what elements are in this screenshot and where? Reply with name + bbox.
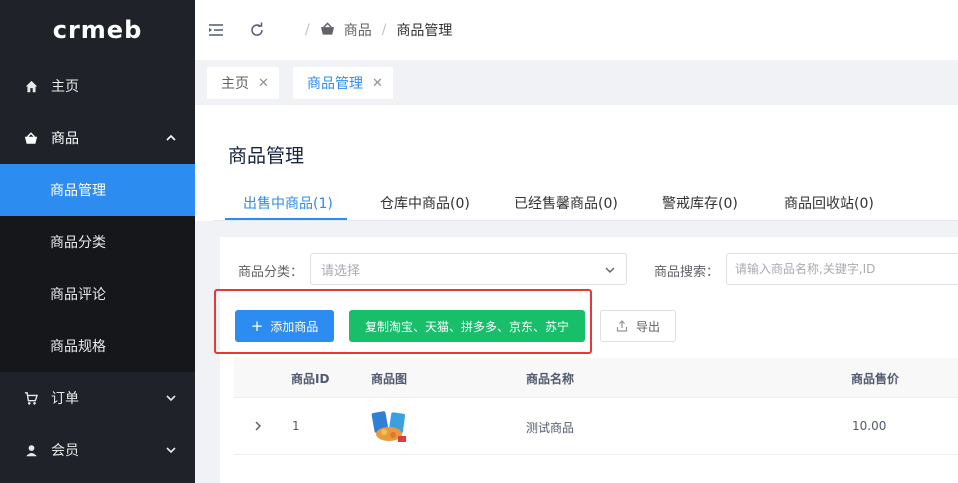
close-icon[interactable]: ✕ — [372, 76, 383, 91]
product-thumbnail[interactable] — [371, 410, 407, 444]
breadcrumb-separator: / — [381, 22, 387, 38]
add-product-label: 添加商品 — [270, 319, 319, 334]
sidebar-item-order[interactable]: 订单 — [0, 372, 195, 424]
top-header: / 商品 / 商品管理 — [195, 0, 958, 60]
column-header-price: 商品售价 — [851, 372, 900, 386]
tag-label: 主页 — [221, 76, 249, 92]
tag-label: 商品管理 — [307, 76, 363, 92]
home-icon — [24, 79, 38, 93]
sidebar: crmeb 主页 商品 商品管理 商品分类 商品评论 商品规格 订单 会员 — [0, 0, 195, 483]
breadcrumb-item[interactable]: 商品 — [344, 20, 372, 40]
sidebar-item-label: 订单 — [51, 391, 79, 407]
tags-bar: 主页 ✕ 商品管理 ✕ — [195, 60, 958, 105]
copy-product-button[interactable]: 复制淘宝、天猫、拼多多、京东、苏宁 — [349, 310, 585, 342]
tab-stock-alert[interactable]: 警戒库存(0) — [662, 193, 738, 213]
table-row: 1 测试商品 10.00 — [234, 398, 958, 455]
sidebar-item-label: 商品 — [51, 131, 79, 147]
table-header: 商品ID 商品图 商品名称 商品售价 — [234, 358, 958, 398]
chevron-down-icon — [165, 392, 177, 404]
export-icon — [616, 320, 628, 332]
plus-icon: + — [250, 317, 264, 335]
chevron-up-icon — [165, 132, 177, 144]
sidebar-item-home[interactable]: 主页 — [0, 60, 195, 112]
sidebar-item-product-category[interactable]: 商品分类 — [0, 216, 195, 268]
export-button[interactable]: 导出 — [600, 310, 676, 342]
tab-on-sale[interactable]: 出售中商品(1) — [243, 193, 333, 213]
search-input[interactable] — [726, 253, 958, 285]
column-header-image: 商品图 — [371, 372, 408, 386]
chevron-down-icon — [604, 264, 616, 276]
close-icon[interactable]: ✕ — [258, 76, 269, 91]
search-label: 商品搜索： — [654, 265, 720, 280]
sidebar-item-label: 会员 — [51, 443, 79, 459]
tag-product-manage[interactable]: 商品管理 ✕ — [293, 67, 393, 99]
product-id: 1 — [292, 419, 300, 433]
status-tabs: 出售中商品(1) 仓库中商品(0) 已经售馨商品(0) 警戒库存(0) 商品回收… — [213, 189, 958, 221]
product-list-card: 商品分类： 请选择 商品搜索： + 添加商品 复制淘宝、天猫、拼多多、京东、苏宁… — [214, 237, 958, 483]
menu-fold-icon[interactable] — [207, 21, 225, 39]
basket-icon — [24, 131, 38, 145]
sidebar-item-product-manage[interactable]: 商品管理 — [0, 164, 195, 216]
cart-icon — [24, 391, 38, 405]
logo: crmeb — [52, 16, 143, 44]
user-icon — [24, 443, 38, 457]
sidebar-item-product-spec[interactable]: 商品规格 — [0, 320, 195, 372]
breadcrumb: / 商品 / 商品管理 — [295, 20, 452, 40]
column-header-id: 商品ID — [291, 372, 330, 386]
sidebar-item-label: 主页 — [51, 79, 79, 95]
breadcrumb-separator: / — [305, 22, 310, 38]
product-name: 测试商品 — [526, 421, 575, 435]
chevron-right-icon[interactable] — [252, 420, 264, 432]
category-label: 商品分类： — [238, 265, 304, 280]
active-tab-indicator — [225, 218, 347, 220]
tab-warehouse[interactable]: 仓库中商品(0) — [380, 193, 470, 213]
refresh-icon[interactable] — [248, 21, 266, 39]
chevron-down-icon — [165, 444, 177, 456]
tab-recycle-bin[interactable]: 商品回收站(0) — [784, 193, 874, 213]
breadcrumb-current: 商品管理 — [396, 23, 453, 39]
category-select-placeholder: 请选择 — [321, 263, 361, 279]
export-label: 导出 — [635, 319, 660, 334]
category-select[interactable]: 请选择 — [310, 253, 627, 285]
sidebar-item-product[interactable]: 商品 — [0, 112, 195, 164]
page-header: 商品管理 出售中商品(1) 仓库中商品(0) 已经售馨商品(0) 警戒库存(0)… — [195, 105, 958, 221]
product-price: 10.00 — [852, 419, 887, 433]
add-product-button[interactable]: + 添加商品 — [235, 310, 334, 342]
sidebar-item-product-review[interactable]: 商品评论 — [0, 268, 195, 320]
sidebar-item-member[interactable]: 会员 — [0, 424, 195, 476]
tag-home[interactable]: 主页 ✕ — [207, 67, 279, 99]
tab-sold-out[interactable]: 已经售馨商品(0) — [514, 193, 618, 213]
page-title: 商品管理 — [228, 145, 305, 167]
basket-icon — [320, 22, 336, 38]
column-header-name: 商品名称 — [526, 372, 575, 386]
